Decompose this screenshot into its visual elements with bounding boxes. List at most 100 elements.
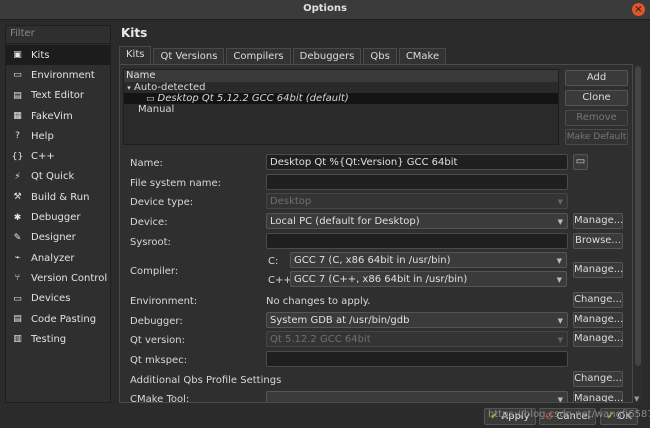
qt-quick-icon: ⚡	[14, 171, 21, 182]
tree-group-label: Manual	[138, 104, 175, 115]
sidebar-item-fakevim[interactable]: ▦ FakeVim	[6, 106, 110, 126]
sidebar-item-help[interactable]: ? Help	[6, 126, 110, 146]
sidebar-item-testing[interactable]: ▥ Testing	[6, 329, 110, 349]
sidebar-item-text-editor[interactable]: ▤ Text Editor	[6, 86, 110, 106]
scrollbar-thumb[interactable]	[635, 66, 641, 366]
sidebar-item-version-control[interactable]: ⑂ Version Control	[6, 268, 110, 288]
sidebar-item-label: Kits	[31, 49, 50, 61]
sidebar-item-label: Environment	[31, 69, 95, 81]
sidebar-item-build-run[interactable]: ⚒ Build & Run	[6, 187, 110, 207]
text-editor-icon: ▤	[13, 90, 22, 101]
monitor-icon: ▭	[13, 70, 22, 81]
close-icon[interactable]: ×	[632, 3, 645, 16]
device-select[interactable]: Local PC (default for Desktop) ▼	[266, 213, 568, 229]
tree-group-auto-detected[interactable]: ▾ Auto-detected	[124, 82, 558, 93]
compiler-c-label: C:	[268, 256, 279, 267]
qt-version-label: Qt version:	[130, 335, 185, 346]
page-title: Kits	[121, 26, 148, 40]
file-system-name-label: File system name:	[130, 178, 221, 189]
compiler-label: Compiler:	[130, 266, 179, 277]
compiler-c-value: GCC 7 (C, x86 64bit in /usr/bin)	[294, 255, 451, 266]
qt-version-manage-button[interactable]: Manage...	[573, 331, 623, 347]
sidebar-item-c[interactable]: {} C++	[6, 146, 110, 166]
tab-cmake[interactable]: CMake	[398, 48, 447, 64]
title-bar: Options ×	[0, 0, 650, 20]
device-manage-button[interactable]: Manage...	[573, 213, 623, 229]
clipboard-icon: ▤	[13, 314, 22, 324]
sidebar-item-label: Testing	[31, 333, 67, 345]
cmake-manage-button[interactable]: Manage...	[573, 391, 623, 402]
tab-bar: Kits Qt Versions Compilers Debuggers Qbs…	[119, 46, 448, 64]
help-icon: ?	[15, 131, 20, 142]
debugger-label: Debugger:	[130, 316, 183, 327]
qt-mkspec-field[interactable]	[266, 351, 568, 367]
hammer-icon: ⚒	[13, 192, 22, 203]
qt-version-select[interactable]: Qt 5.12.2 GCC 64bit ▼	[266, 331, 568, 347]
environment-label: Environment:	[130, 296, 198, 307]
sidebar-item-environment[interactable]: ▭ Environment	[6, 65, 110, 85]
device-type-value: Desktop	[270, 196, 312, 207]
tab-qbs[interactable]: Qbs	[363, 48, 397, 64]
qbs-change-button[interactable]: Change...	[573, 371, 623, 387]
compiler-cpp-select[interactable]: GCC 7 (C++, x86 64bit in /usr/bin) ▼	[290, 271, 567, 287]
sysroot-label: Sysroot:	[130, 237, 171, 248]
tree-item-label: Desktop Qt 5.12.2 GCC 64bit (default)	[157, 93, 349, 104]
chevron-down-icon: ▼	[556, 257, 562, 265]
sidebar-item-code-pasting[interactable]: ▤ Code Pasting	[6, 309, 110, 329]
pencil-icon: ✎	[13, 232, 22, 243]
device-value: Local PC (default for Desktop)	[270, 216, 420, 227]
clone-button[interactable]: Clone	[565, 90, 628, 106]
filter-input[interactable]: Filter	[6, 26, 110, 44]
scrollbar[interactable]: ▼	[634, 64, 642, 403]
devices-icon: ▭	[13, 293, 22, 304]
remove-button[interactable]: Remove	[565, 110, 628, 126]
sidebar-item-analyzer[interactable]: ⌁ Analyzer	[6, 248, 110, 268]
chevron-down-icon: ▼	[556, 276, 562, 284]
sidebar-nav: ▣ Kits ▭ Environment ▤ Text Editor ▦ FakeVim ? He…	[6, 45, 110, 349]
name-field[interactable]: Desktop Qt %{Qt:Version} GCC 64bit	[266, 154, 568, 170]
testing-icon: ▥	[13, 334, 22, 345]
sidebar-item-designer[interactable]: ✎ Designer	[6, 228, 110, 248]
cmake-tool-label: CMake Tool:	[130, 394, 190, 403]
tree-group-manual[interactable]: Manual	[124, 104, 558, 115]
sysroot-field[interactable]	[266, 233, 568, 249]
debugger-icon: ✱	[13, 212, 22, 223]
tree-item-kit[interactable]: ▭ Desktop Qt 5.12.2 GCC 64bit (default)	[124, 93, 558, 104]
tab-qt-versions[interactable]: Qt Versions	[153, 48, 225, 64]
expand-arrow-icon[interactable]: ▾	[124, 83, 134, 94]
debugger-value: System GDB at /usr/bin/gdb	[270, 315, 410, 326]
tab-debuggers[interactable]: Debuggers	[292, 48, 362, 64]
file-system-name-field[interactable]	[266, 174, 568, 190]
qbs-profile-label: Additional Qbs Profile Settings	[130, 375, 282, 386]
make-default-button[interactable]: Make Default	[565, 129, 628, 145]
sidebar-item-devices[interactable]: ▭ Devices	[6, 289, 110, 309]
sidebar-item-kits[interactable]: ▣ Kits	[6, 45, 110, 66]
scroll-down-icon[interactable]: ▼	[634, 395, 639, 403]
sidebar-item-debugger[interactable]: ✱ Debugger	[6, 207, 110, 227]
qt-version-value: Qt 5.12.2 GCC 64bit	[270, 334, 371, 345]
sidebar-item-qt-quick[interactable]: ⚡ Qt Quick	[6, 167, 110, 187]
environment-change-button[interactable]: Change...	[573, 292, 623, 308]
debugger-select[interactable]: System GDB at /usr/bin/gdb ▼	[266, 312, 568, 328]
tab-kits[interactable]: Kits	[119, 46, 152, 64]
fakevim-icon: ▦	[13, 111, 22, 122]
window-title: Options	[303, 3, 347, 14]
qt-mkspec-label: Qt mkspec:	[130, 355, 188, 366]
tree-header: Name	[124, 70, 558, 82]
cmake-tool-select[interactable]: ▼	[266, 391, 568, 403]
debugger-manage-button[interactable]: Manage...	[573, 312, 623, 328]
chevron-down-icon: ▼	[557, 396, 563, 403]
chevron-down-icon: ▼	[557, 317, 563, 325]
compiler-c-select[interactable]: GCC 7 (C, x86 64bit in /usr/bin) ▼	[290, 252, 567, 268]
compiler-manage-button[interactable]: Manage...	[573, 262, 623, 278]
name-label: Name:	[130, 158, 163, 169]
tab-compilers[interactable]: Compilers	[226, 48, 291, 64]
sysroot-browse-button[interactable]: Browse...	[573, 233, 623, 249]
sidebar-item-label: Devices	[31, 293, 71, 305]
sidebar-item-label: FakeVim	[31, 110, 73, 122]
sidebar-item-label: Debugger	[31, 212, 81, 224]
device-type-select[interactable]: Desktop ▼	[266, 193, 568, 209]
add-button[interactable]: Add	[565, 70, 628, 86]
sidebar: Filter ▣ Kits ▭ Environment ▤ Text Editor ▦ Fak…	[5, 25, 111, 403]
device-icon-button[interactable]: ▭	[573, 154, 588, 170]
